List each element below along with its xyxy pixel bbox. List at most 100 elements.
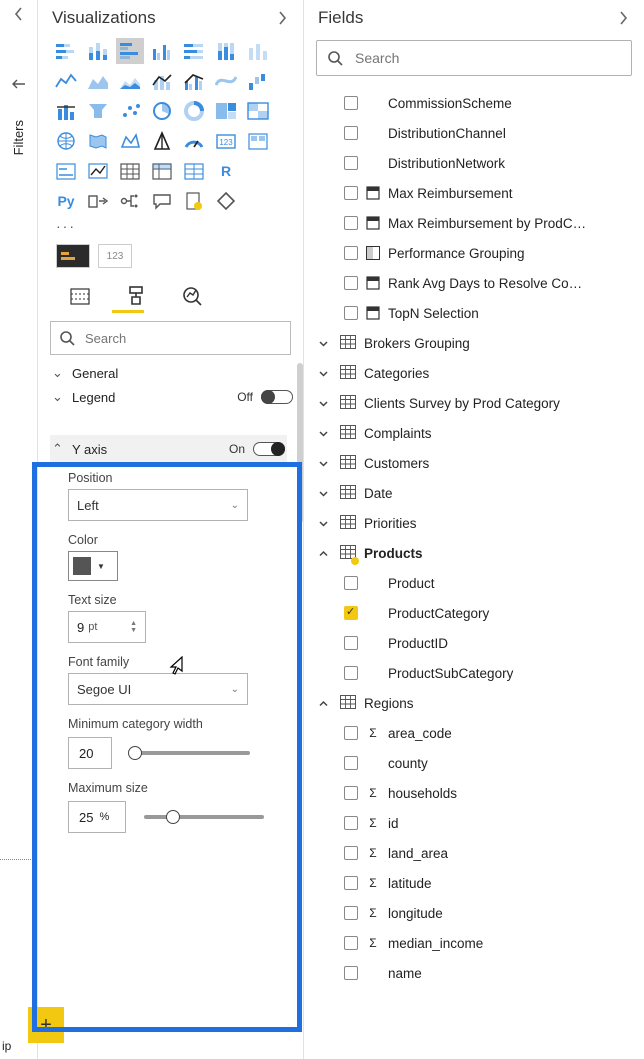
line-clustered-column-icon[interactable] bbox=[180, 68, 208, 94]
gauge-icon[interactable] bbox=[180, 128, 208, 154]
table-item[interactable]: Complaints bbox=[314, 418, 634, 448]
stacked-column-icon[interactable] bbox=[84, 38, 112, 64]
field-item[interactable]: Rank Avg Days to Resolve Co… bbox=[314, 268, 634, 298]
fields-tab[interactable] bbox=[66, 282, 94, 310]
format-search[interactable] bbox=[50, 321, 291, 355]
field-checkbox[interactable] bbox=[344, 126, 358, 140]
field-item[interactable]: TopN Selection bbox=[314, 298, 634, 328]
table-item[interactable]: Priorities bbox=[314, 508, 634, 538]
table-item[interactable]: Customers bbox=[314, 448, 634, 478]
stepper-arrows[interactable]: ▲▼ bbox=[130, 620, 137, 634]
field-item[interactable]: Max Reimbursement bbox=[314, 178, 634, 208]
textsize-stepper[interactable]: 9 pt ▲▼ bbox=[68, 611, 146, 643]
line-icon[interactable] bbox=[244, 38, 272, 64]
field-item[interactable]: name bbox=[314, 958, 634, 988]
more-visuals-button[interactable]: ··· bbox=[38, 218, 303, 240]
field-checkbox[interactable] bbox=[344, 636, 358, 650]
field-well-drill[interactable]: 123 bbox=[98, 244, 132, 268]
color-picker[interactable]: ▼ bbox=[68, 551, 118, 581]
table-item[interactable]: Categories bbox=[314, 358, 634, 388]
table-icon[interactable] bbox=[116, 158, 144, 184]
field-item[interactable]: Σlatitude bbox=[314, 868, 634, 898]
field-item[interactable]: county bbox=[314, 748, 634, 778]
field-item[interactable]: Σmedian_income bbox=[314, 928, 634, 958]
chevron-right-icon[interactable] bbox=[616, 8, 630, 28]
format-tab[interactable] bbox=[122, 282, 150, 310]
field-checkbox[interactable] bbox=[344, 606, 358, 620]
position-select[interactable]: Left ⌄ bbox=[68, 489, 248, 521]
hundred-stacked-column-icon[interactable] bbox=[212, 38, 240, 64]
decomposition-icon[interactable] bbox=[116, 188, 144, 214]
fields-search-input[interactable] bbox=[353, 49, 621, 67]
field-item[interactable]: ProductCategory bbox=[314, 598, 634, 628]
multi-card-icon[interactable] bbox=[244, 128, 272, 154]
field-well-values[interactable] bbox=[56, 244, 90, 268]
area-line-icon[interactable] bbox=[52, 68, 80, 94]
custom-visual-icon[interactable] bbox=[212, 188, 240, 214]
stacked-bar-icon[interactable] bbox=[52, 38, 80, 64]
table-item[interactable]: Date bbox=[314, 478, 634, 508]
field-item[interactable]: Σhouseholds bbox=[314, 778, 634, 808]
field-checkbox[interactable] bbox=[344, 216, 358, 230]
table-item[interactable]: Brokers Grouping bbox=[314, 328, 634, 358]
maxsize-slider[interactable] bbox=[144, 815, 264, 819]
field-item[interactable]: DistributionChannel bbox=[314, 118, 634, 148]
field-checkbox[interactable] bbox=[344, 726, 358, 740]
field-checkbox[interactable] bbox=[344, 666, 358, 680]
field-checkbox[interactable] bbox=[344, 96, 358, 110]
field-item[interactable]: Σland_area bbox=[314, 838, 634, 868]
format-search-input[interactable] bbox=[83, 330, 282, 347]
field-item[interactable]: Σid bbox=[314, 808, 634, 838]
treemap-icon[interactable] bbox=[212, 98, 240, 124]
field-checkbox[interactable] bbox=[344, 936, 358, 950]
waterfall-icon[interactable] bbox=[244, 68, 272, 94]
format-section-legend[interactable]: ⌄ Legend Off bbox=[50, 387, 295, 407]
azure-map-icon[interactable] bbox=[148, 128, 176, 154]
field-checkbox[interactable] bbox=[344, 906, 358, 920]
map-icon[interactable] bbox=[244, 98, 272, 124]
stacked-area-icon[interactable] bbox=[116, 68, 144, 94]
r-visual-icon[interactable]: R bbox=[212, 158, 240, 184]
qna-icon[interactable] bbox=[148, 188, 176, 214]
line-stacked-column-icon[interactable] bbox=[148, 68, 176, 94]
python-visual-icon[interactable]: Py bbox=[52, 188, 80, 214]
map2-icon[interactable] bbox=[52, 128, 80, 154]
mincat-input[interactable]: 20 bbox=[68, 737, 112, 769]
add-page-button[interactable]: + bbox=[28, 1007, 64, 1043]
donut-icon[interactable] bbox=[180, 98, 208, 124]
funnel2-icon[interactable] bbox=[84, 98, 112, 124]
table-item[interactable]: Regions bbox=[314, 688, 634, 718]
field-item[interactable]: Σarea_code bbox=[314, 718, 634, 748]
field-checkbox[interactable] bbox=[344, 276, 358, 290]
card-icon[interactable]: 123 bbox=[212, 128, 240, 154]
field-item[interactable]: CommissionScheme bbox=[314, 88, 634, 118]
field-item[interactable]: ProductSubCategory bbox=[314, 658, 634, 688]
field-checkbox[interactable] bbox=[344, 246, 358, 260]
fields-search[interactable] bbox=[316, 40, 632, 76]
mincat-slider[interactable] bbox=[130, 751, 250, 755]
format-section-general[interactable]: ⌄ General bbox=[50, 363, 295, 383]
field-checkbox[interactable] bbox=[344, 156, 358, 170]
area-icon[interactable] bbox=[84, 68, 112, 94]
key-influencers-icon[interactable] bbox=[84, 188, 112, 214]
hundred-stacked-bar-icon[interactable] bbox=[180, 38, 208, 64]
field-item[interactable]: Performance Grouping bbox=[314, 238, 634, 268]
collapse-icon[interactable] bbox=[11, 78, 27, 90]
field-checkbox[interactable] bbox=[344, 786, 358, 800]
field-checkbox[interactable] bbox=[344, 816, 358, 830]
kpi-icon[interactable] bbox=[52, 158, 80, 184]
chevron-left-icon[interactable] bbox=[12, 4, 26, 24]
table-item[interactable]: Products bbox=[314, 538, 634, 568]
field-item[interactable]: Max Reimbursement by ProdC… bbox=[314, 208, 634, 238]
yaxis-toggle[interactable] bbox=[253, 442, 285, 456]
field-item[interactable]: Σlongitude bbox=[314, 898, 634, 928]
filled-map-icon[interactable] bbox=[84, 128, 112, 154]
field-checkbox[interactable] bbox=[344, 306, 358, 320]
slicer-icon[interactable] bbox=[84, 158, 112, 184]
field-checkbox[interactable] bbox=[344, 876, 358, 890]
format-section-yaxis[interactable]: ⌃ Y axis On bbox=[50, 435, 287, 463]
clustered-column-icon[interactable] bbox=[148, 38, 176, 64]
table-item[interactable]: Clients Survey by Prod Category bbox=[314, 388, 634, 418]
chevron-right-icon[interactable] bbox=[275, 8, 289, 28]
field-checkbox[interactable] bbox=[344, 576, 358, 590]
